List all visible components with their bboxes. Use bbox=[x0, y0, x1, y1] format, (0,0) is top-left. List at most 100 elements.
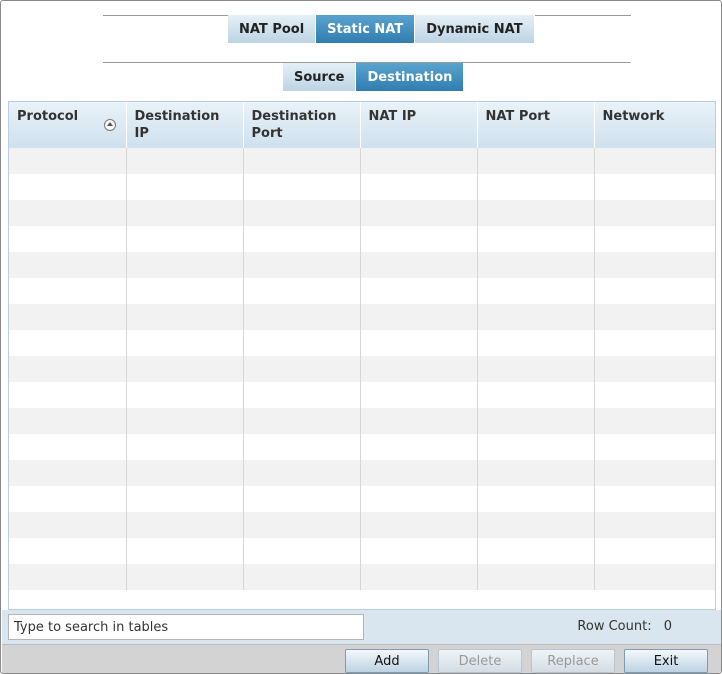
column-header-nat-port[interactable]: NAT Port bbox=[477, 102, 595, 148]
table-cell bbox=[126, 252, 244, 278]
table-row bbox=[9, 226, 715, 252]
table-footer: Row Count: 0 bbox=[2, 610, 721, 644]
table-cell bbox=[594, 304, 715, 330]
table-cell bbox=[477, 304, 595, 330]
table-cell bbox=[477, 278, 595, 304]
column-header-label: Protocol bbox=[17, 109, 79, 124]
table-cell bbox=[594, 252, 715, 278]
table-cell bbox=[243, 226, 361, 252]
table-cell bbox=[126, 304, 244, 330]
table-cell bbox=[9, 434, 127, 460]
table-cell bbox=[243, 278, 361, 304]
row-count-label: Row Count: bbox=[577, 619, 652, 634]
table-cell bbox=[360, 460, 478, 486]
column-header-label: NAT Port bbox=[485, 109, 550, 124]
table-row bbox=[9, 434, 715, 460]
table-cell bbox=[594, 382, 715, 408]
table-row bbox=[9, 564, 715, 590]
table-cell bbox=[477, 252, 595, 278]
table-cell bbox=[243, 538, 361, 564]
sort-ascending-icon[interactable] bbox=[103, 119, 116, 131]
table-cell bbox=[594, 356, 715, 382]
table-cell bbox=[360, 434, 478, 460]
table-cell bbox=[243, 460, 361, 486]
search-input[interactable] bbox=[8, 614, 364, 640]
tab-dynamic-nat[interactable]: Dynamic NAT bbox=[415, 15, 535, 43]
table-cell bbox=[243, 486, 361, 512]
table-cell bbox=[360, 304, 478, 330]
table-cell bbox=[243, 356, 361, 382]
tab-nat-pool[interactable]: NAT Pool bbox=[228, 15, 317, 43]
table-cell bbox=[477, 434, 595, 460]
table-cell bbox=[9, 460, 127, 486]
tab-source[interactable]: Source bbox=[283, 63, 357, 91]
table-cell bbox=[360, 330, 478, 356]
table-row bbox=[9, 408, 715, 434]
table-cell bbox=[594, 278, 715, 304]
table-cell bbox=[594, 538, 715, 564]
table-cell bbox=[9, 226, 127, 252]
table-cell bbox=[126, 200, 244, 226]
table-cell bbox=[126, 512, 244, 538]
table-cell bbox=[360, 174, 478, 200]
table-cell bbox=[9, 486, 127, 512]
replace-button[interactable]: Replace bbox=[531, 649, 615, 673]
table-row bbox=[9, 200, 715, 226]
table-cell bbox=[126, 564, 244, 590]
table-row bbox=[9, 538, 715, 564]
table-row bbox=[9, 330, 715, 356]
table-cell bbox=[594, 174, 715, 200]
table-row bbox=[9, 174, 715, 200]
destination-nat-table: Protocol Destination IP Destination Port… bbox=[8, 101, 716, 610]
column-header-destination-ip[interactable]: Destination IP bbox=[126, 102, 244, 148]
table-cell bbox=[126, 356, 244, 382]
table-cell bbox=[594, 460, 715, 486]
table-cell bbox=[477, 460, 595, 486]
table-row bbox=[9, 382, 715, 408]
column-header-destination-port[interactable]: Destination Port bbox=[243, 102, 361, 148]
tab-destination[interactable]: Destination bbox=[356, 63, 465, 91]
table-row bbox=[9, 460, 715, 486]
table-cell bbox=[477, 200, 595, 226]
column-header-label: Destination IP bbox=[134, 109, 220, 141]
table-body bbox=[9, 148, 715, 590]
delete-button[interactable]: Delete bbox=[438, 649, 522, 673]
table-cell bbox=[243, 304, 361, 330]
table-cell bbox=[360, 538, 478, 564]
table-cell bbox=[477, 148, 595, 174]
table-cell bbox=[360, 148, 478, 174]
table-cell bbox=[477, 382, 595, 408]
table-cell bbox=[243, 252, 361, 278]
table-cell bbox=[360, 226, 478, 252]
action-button-bar: Add Delete Replace Exit bbox=[2, 644, 721, 673]
table-cell bbox=[126, 330, 244, 356]
table-cell bbox=[594, 434, 715, 460]
exit-button[interactable]: Exit bbox=[624, 649, 708, 673]
table-cell bbox=[360, 512, 478, 538]
table-cell bbox=[9, 304, 127, 330]
add-button[interactable]: Add bbox=[345, 649, 429, 673]
table-cell bbox=[126, 434, 244, 460]
table-cell bbox=[594, 330, 715, 356]
table-cell bbox=[360, 356, 478, 382]
table-cell bbox=[477, 486, 595, 512]
column-header-protocol[interactable]: Protocol bbox=[9, 102, 127, 148]
column-header-nat-ip[interactable]: NAT IP bbox=[360, 102, 478, 148]
table-row bbox=[9, 486, 715, 512]
table-cell bbox=[594, 512, 715, 538]
column-header-label: Destination Port bbox=[251, 109, 337, 141]
table-cell bbox=[9, 512, 127, 538]
table-cell bbox=[477, 356, 595, 382]
table-cell bbox=[126, 486, 244, 512]
table-cell bbox=[126, 148, 244, 174]
table-cell bbox=[243, 174, 361, 200]
table-cell bbox=[243, 148, 361, 174]
column-header-network[interactable]: Network bbox=[594, 102, 715, 148]
table-cell bbox=[9, 382, 127, 408]
table-row bbox=[9, 304, 715, 330]
table-cell bbox=[243, 382, 361, 408]
table-cell bbox=[9, 330, 127, 356]
table-cell bbox=[126, 538, 244, 564]
tab-static-nat[interactable]: Static NAT bbox=[316, 15, 416, 43]
table-cell bbox=[477, 330, 595, 356]
